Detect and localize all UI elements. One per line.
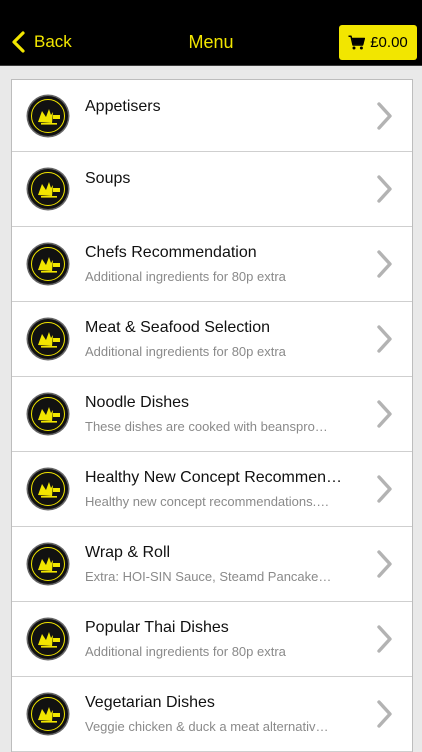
menu-item[interactable]: Appetisers — [12, 80, 412, 152]
chevron-right-icon — [374, 323, 394, 355]
chevron-right-icon — [374, 698, 394, 730]
chevron-right-icon — [374, 398, 394, 430]
back-button[interactable]: Back — [10, 29, 72, 55]
chevron-right-icon — [374, 623, 394, 655]
chevron-right-icon — [374, 473, 394, 505]
restaurant-logo-icon — [28, 244, 68, 284]
menu-item[interactable]: Popular Thai Dishes Additional ingredient… — [12, 602, 412, 677]
menu-item-title: Wrap & Roll — [85, 544, 171, 561]
shopping-cart-icon — [348, 35, 366, 50]
menu-item-title: Meat & Seafood Selection — [85, 319, 271, 336]
menu-item[interactable]: Chefs Recommendation Additional ingredien… — [12, 227, 412, 302]
chevron-right-icon — [374, 548, 394, 580]
menu-item-title: Noodle Dishes — [85, 394, 190, 411]
cart-button[interactable]: £0.00 — [339, 25, 417, 60]
restaurant-logo-icon — [28, 544, 68, 584]
menu-item-subtitle: Additional ingredients for 80p extra — [85, 269, 286, 284]
menu-item-title: Vegetarian Dishes — [85, 694, 215, 711]
back-label: Back — [34, 32, 72, 51]
chevron-right-icon — [374, 100, 394, 132]
restaurant-logo-icon — [28, 694, 68, 734]
menu-item[interactable]: Vegetarian Dishes Veggie chicken & duck a… — [12, 677, 412, 752]
navigation-bar: Back Menu £0.00 — [0, 20, 422, 66]
chevron-right-icon — [374, 173, 394, 205]
chevron-right-icon — [374, 248, 394, 280]
restaurant-logo-icon — [28, 469, 68, 509]
menu-item-subtitle: Additional ingredients for 80p extra — [85, 344, 286, 359]
menu-item-title: Soups — [85, 170, 131, 187]
restaurant-logo-icon — [28, 95, 68, 136]
cart-total: £0.00 — [370, 34, 408, 51]
menu-item[interactable]: Soups — [12, 152, 412, 227]
menu-item-subtitle: Additional ingredients for 80p extra — [85, 644, 286, 659]
restaurant-logo-icon — [28, 619, 68, 659]
menu-item-title: Appetisers — [85, 98, 161, 115]
menu-item-subtitle: Healthy new concept recommendations.… — [85, 494, 330, 509]
menu-item-title: Healthy New Concept Recommen… — [85, 469, 342, 486]
restaurant-logo-icon — [28, 319, 68, 359]
menu-item-title: Chefs Recommendation — [85, 244, 257, 261]
menu-item[interactable]: Healthy New Concept Recommen… Healthy new… — [12, 452, 412, 527]
menu-item-title: Popular Thai Dishes — [85, 619, 229, 636]
menu-item[interactable]: Meat & Seafood Selection Additional ingre… — [12, 302, 412, 377]
menu-item-subtitle: Veggie chicken & duck a meat alternativ… — [85, 719, 329, 734]
menu-item[interactable]: Noodle Dishes These dishes are cooked wit… — [12, 377, 412, 452]
menu-item[interactable]: Wrap & Roll Extra: HOI-SIN Sauce, Steamd … — [12, 527, 412, 602]
menu-item-subtitle: These dishes are cooked with beanspro… — [85, 419, 328, 434]
menu-list: Appetisers Soups Chefs Recommendation Addit… — [11, 79, 413, 752]
restaurant-logo-icon — [28, 394, 68, 434]
chevron-left-icon — [12, 31, 25, 53]
restaurant-logo-icon — [28, 169, 68, 209]
status-bar — [0, 0, 422, 20]
menu-item-subtitle: Extra: HOI-SIN Sauce, Steamd Pancake… — [85, 569, 332, 584]
